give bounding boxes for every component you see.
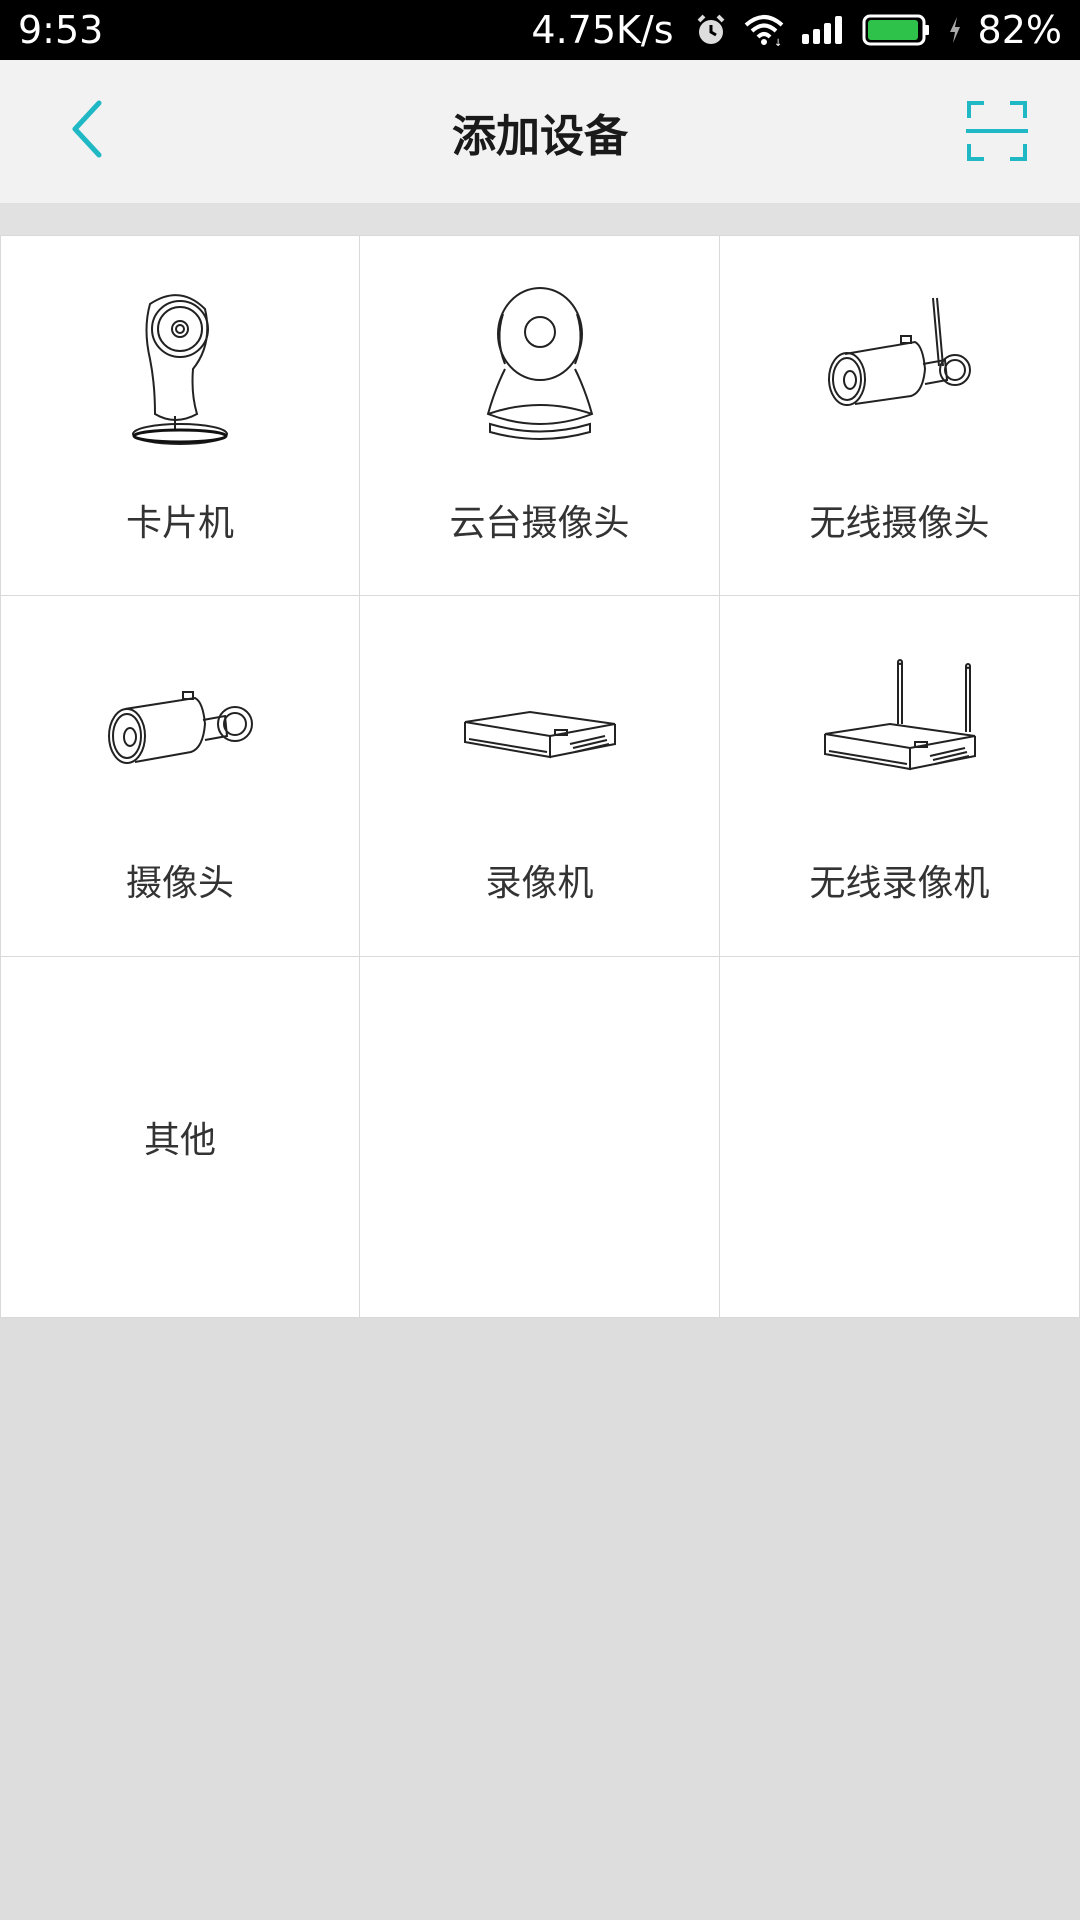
device-grid: 卡片机 云台摄像头 无线摄像头 摄像头 录像机 无线录像机 其他 [0, 235, 1080, 1318]
grid-empty-cell [720, 957, 1080, 1318]
chevron-left-icon [67, 99, 107, 163]
status-bar: 9:53 4.75K/s ↓↑ [0, 0, 1080, 60]
wifi-icon: ↓↑ [744, 13, 784, 47]
device-label: 卡片机 [125, 503, 234, 544]
status-time: 9:53 [18, 8, 104, 52]
device-wireless-bullet-camera[interactable]: 无线摄像头 [720, 235, 1080, 596]
nvr-icon [455, 644, 625, 818]
app-header: 添加设备 [0, 60, 1080, 203]
bullet-camera-icon [95, 644, 265, 818]
device-pan-tilt-camera[interactable]: 云台摄像头 [360, 235, 720, 596]
battery-icon [862, 13, 932, 47]
battery-percent: 82% [977, 8, 1062, 52]
device-card-camera[interactable]: 卡片机 [0, 235, 360, 596]
signal-icon [800, 14, 846, 46]
device-wireless-nvr[interactable]: 无线录像机 [720, 596, 1080, 957]
device-label: 无线录像机 [809, 863, 990, 904]
scan-button[interactable] [964, 100, 1030, 166]
scan-icon [966, 100, 1028, 166]
device-label: 其他 [143, 1120, 216, 1161]
device-label: 无线摄像头 [809, 503, 990, 544]
header-divider [0, 203, 1080, 235]
svg-text:↓↑: ↓↑ [774, 38, 784, 47]
back-button[interactable] [52, 96, 122, 166]
grid-empty-cell [360, 957, 720, 1318]
device-label: 摄像头 [125, 863, 234, 904]
device-other[interactable]: 其他 [0, 957, 360, 1318]
device-nvr[interactable]: 录像机 [360, 596, 720, 957]
device-bullet-camera[interactable]: 摄像头 [0, 596, 360, 957]
alarm-icon [694, 13, 728, 47]
charging-icon [948, 16, 962, 44]
device-label: 录像机 [485, 863, 594, 904]
wireless-nvr-icon [815, 644, 985, 818]
card-camera-icon [105, 284, 255, 458]
pan-tilt-camera-icon [465, 284, 615, 458]
page-title: 添加设备 [452, 110, 628, 162]
network-speed: 4.75K/s [531, 8, 674, 52]
wireless-bullet-camera-icon [815, 284, 985, 458]
device-label: 云台摄像头 [449, 503, 630, 544]
